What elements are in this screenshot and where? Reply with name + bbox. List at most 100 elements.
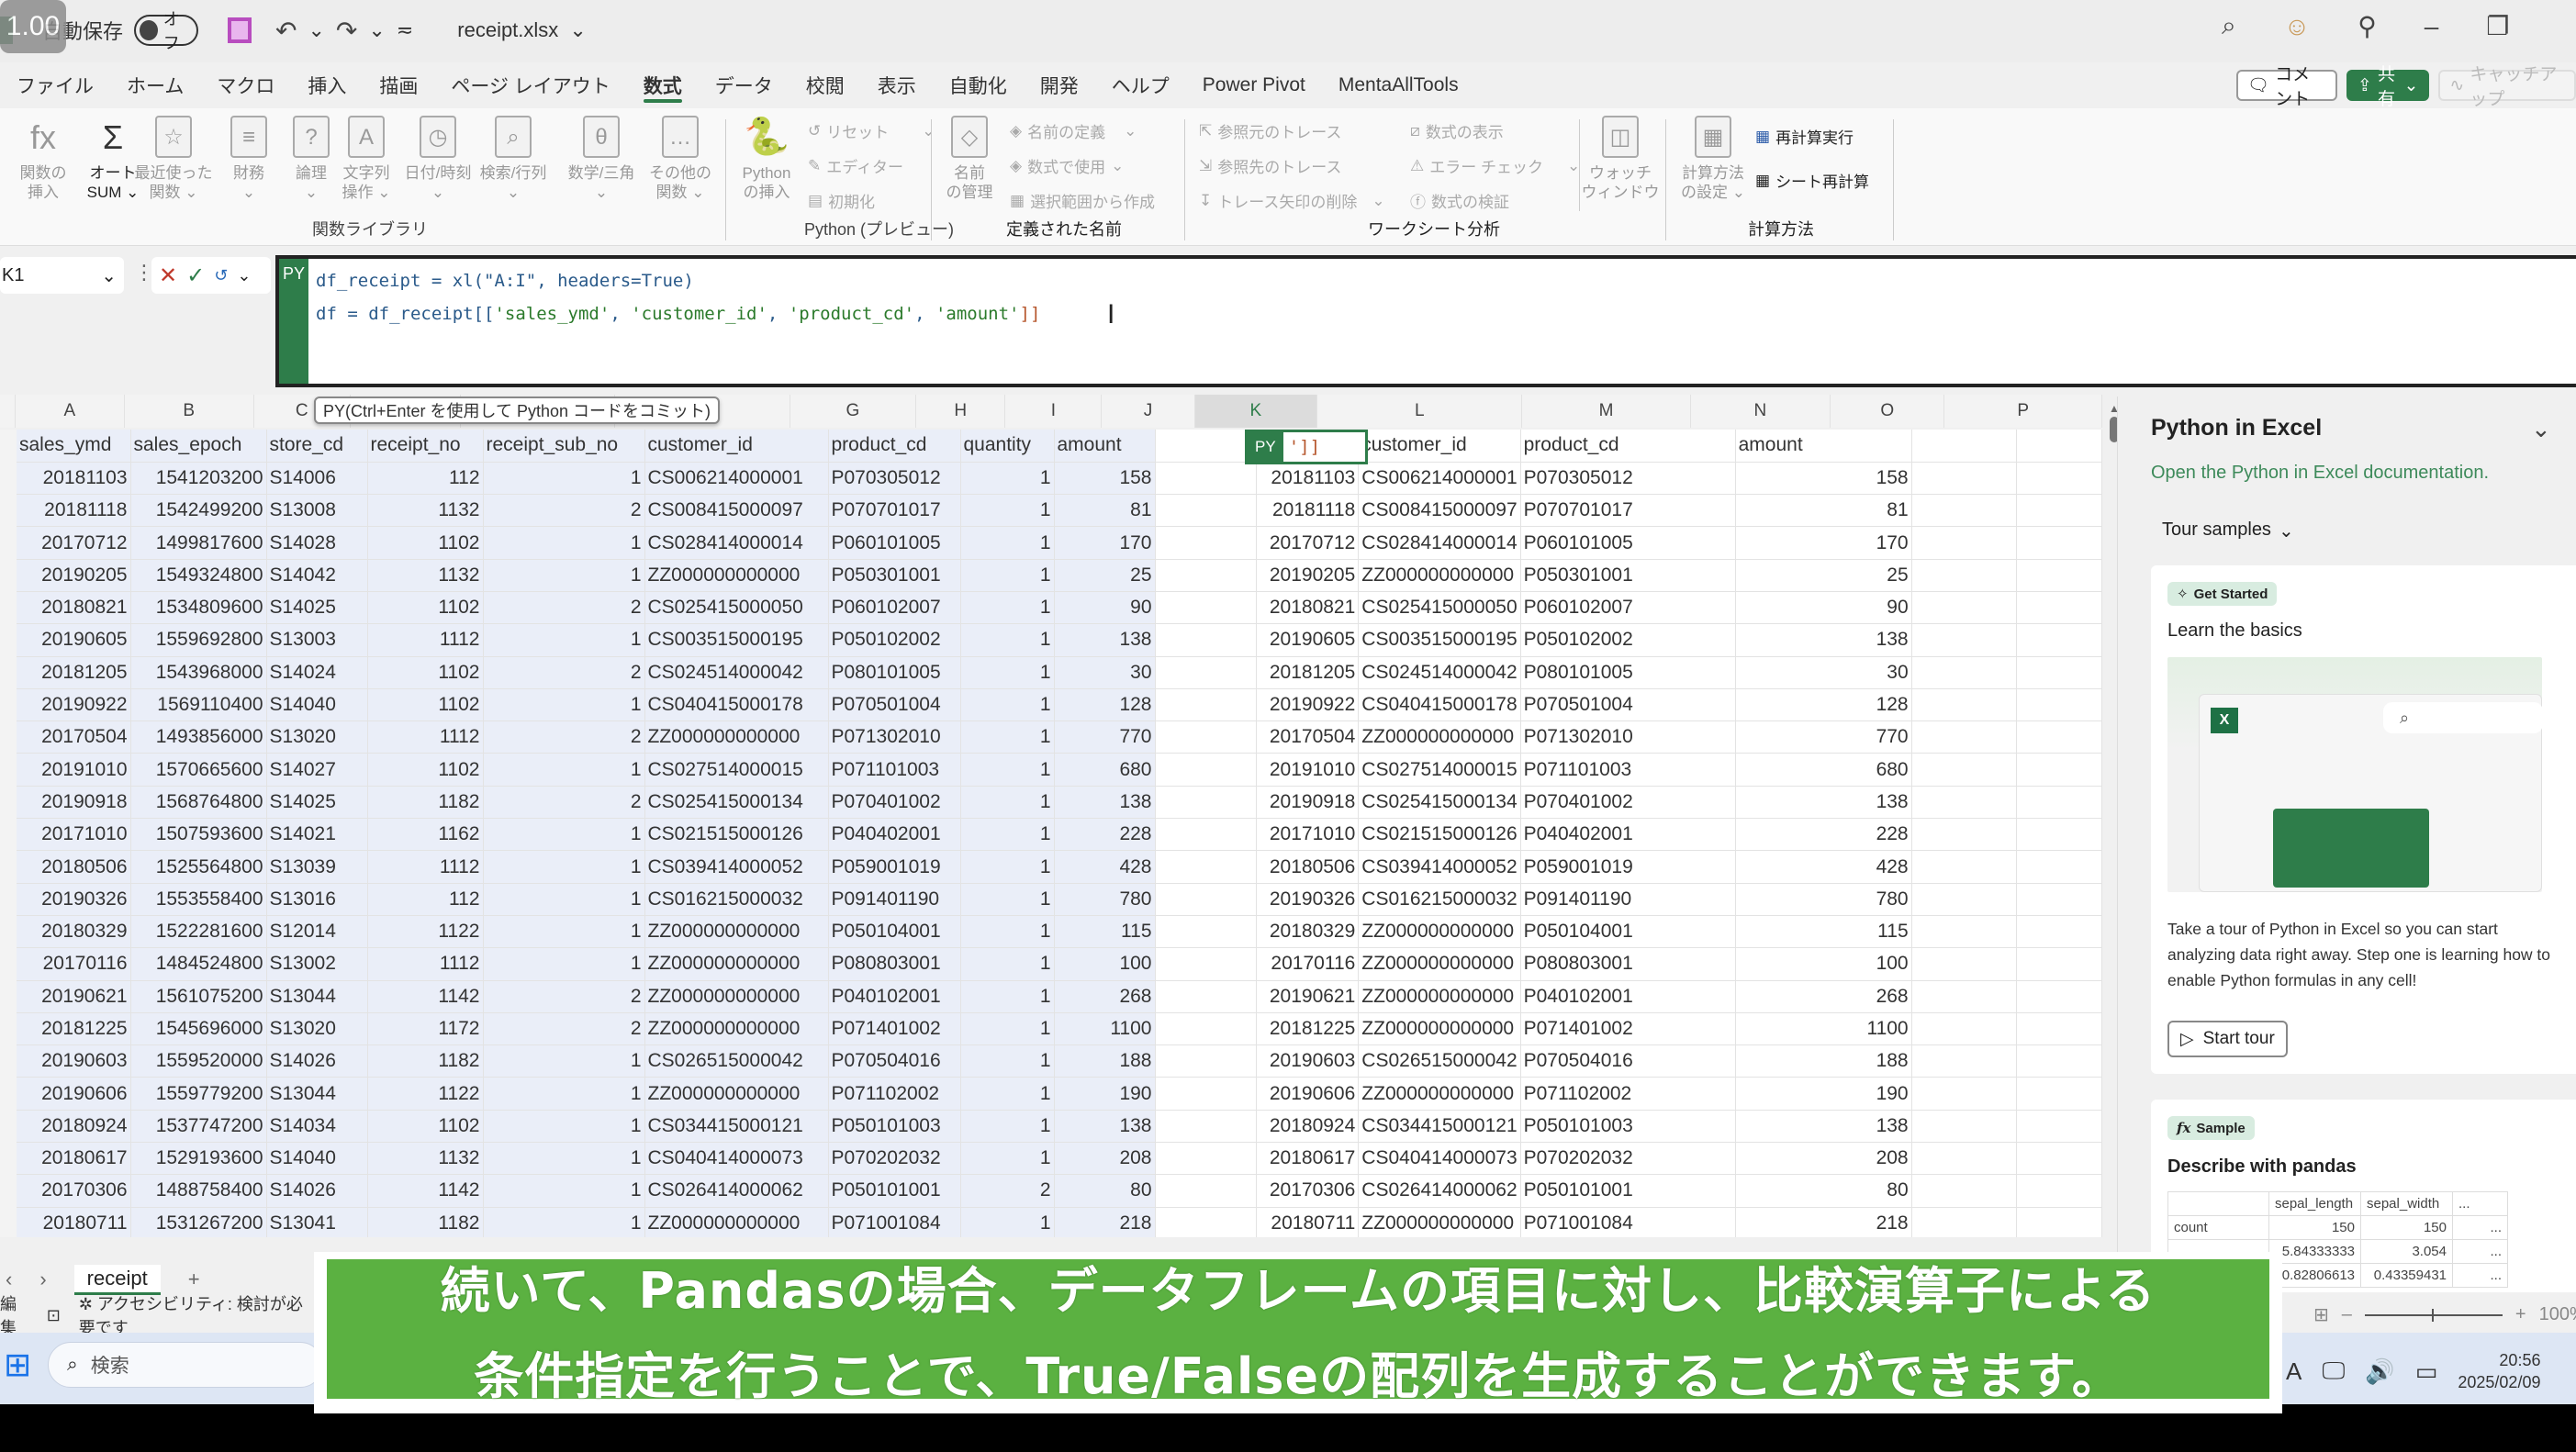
cell[interactable]: 1488758400	[130, 1174, 267, 1208]
zoom-in-button[interactable]: +	[2515, 1304, 2526, 1325]
empty-cell[interactable]	[2016, 656, 2102, 689]
empty-cell[interactable]	[2016, 526, 2102, 560]
cell[interactable]: 190	[1735, 1077, 1912, 1111]
cell[interactable]: CS040414000073	[1358, 1142, 1521, 1176]
cell[interactable]: 128	[1054, 688, 1156, 722]
zoom-out-button[interactable]: –	[2342, 1304, 2352, 1325]
cell[interactable]: S14026	[266, 1174, 368, 1208]
column-header-B[interactable]: B	[125, 395, 254, 428]
cell[interactable]: 20181103	[17, 462, 131, 496]
cell[interactable]: 1	[960, 720, 1055, 754]
cell[interactable]: 1	[483, 559, 645, 592]
cell[interactable]: 138	[1054, 623, 1156, 657]
collapse-chevron-icon[interactable]: ⌄	[2531, 415, 2551, 443]
tab-3[interactable]: 挿入	[291, 66, 363, 105]
header-cell[interactable]: store_cd	[266, 430, 368, 463]
cell[interactable]: CS016215000032	[1358, 883, 1521, 916]
empty-cell[interactable]	[2016, 559, 2102, 592]
cell[interactable]: 20180329	[17, 915, 131, 949]
column-header-K[interactable]: K	[1194, 395, 1318, 428]
cell[interactable]: 1112	[367, 947, 484, 981]
cell[interactable]: 20190922	[17, 688, 131, 722]
cell[interactable]: P070305012	[828, 462, 961, 496]
column-header-N[interactable]: N	[1691, 395, 1831, 428]
empty-cell[interactable]	[1155, 980, 1257, 1013]
cell[interactable]: ZZ000000000000	[1358, 915, 1521, 949]
empty-cell[interactable]	[1155, 494, 1257, 528]
cell[interactable]: 1570665600	[130, 753, 267, 787]
cell[interactable]: 20170504	[1245, 720, 1360, 754]
python-insert-button[interactable]: 🐍 Python の挿入	[734, 116, 799, 202]
catchup-button[interactable]: ∿ キャッチアップ	[2438, 65, 2576, 109]
cell[interactable]: P050104001	[1520, 915, 1736, 949]
cell[interactable]: 100	[1735, 947, 1912, 981]
cell[interactable]: 20170504	[17, 720, 131, 754]
cell[interactable]: P059001019	[828, 850, 961, 884]
cell[interactable]: 20181118	[1245, 494, 1360, 528]
header-cell[interactable]: product_cd	[1520, 430, 1736, 463]
header-cell[interactable]: sales_epoch	[130, 430, 267, 463]
cell[interactable]: 1553558400	[130, 883, 267, 916]
cell[interactable]: 228	[1735, 818, 1912, 852]
empty-cell[interactable]	[1911, 526, 2017, 560]
empty-cell[interactable]	[1155, 1077, 1257, 1111]
cell[interactable]: 2	[483, 1012, 645, 1046]
cell[interactable]: S14025	[266, 591, 368, 625]
calculate-now-button[interactable]: ▦ 再計算実行	[1755, 125, 1854, 148]
cell[interactable]: P071302010	[1520, 720, 1736, 754]
cell[interactable]: CS003515000195	[644, 623, 829, 657]
cell[interactable]: P071101003	[828, 753, 961, 787]
cell[interactable]: CS006214000001	[1358, 462, 1521, 496]
cell[interactable]: 1102	[367, 591, 484, 625]
cell[interactable]: 1525564800	[130, 850, 267, 884]
cell[interactable]: P080803001	[1520, 947, 1736, 981]
cell[interactable]: 20171010	[17, 818, 131, 852]
empty-cell[interactable]	[2016, 753, 2102, 787]
use-in-formula-button[interactable]: ◈ 数式で使用 ⌄	[1010, 154, 1124, 177]
cell[interactable]: 1	[483, 688, 645, 722]
cell[interactable]: 1	[960, 688, 1055, 722]
cell[interactable]: CS026414000062	[1358, 1174, 1521, 1208]
cell[interactable]: 1	[960, 883, 1055, 916]
prev-sheet-icon[interactable]: ‹	[6, 1268, 12, 1291]
cell[interactable]: 1559779200	[130, 1077, 267, 1111]
cell[interactable]: CS034415000121	[644, 1110, 829, 1144]
header-cell[interactable]: receipt_sub_no	[483, 430, 645, 463]
undo-dropdown-icon[interactable]: ⌄	[308, 18, 324, 42]
cell[interactable]: 1122	[367, 1077, 484, 1111]
cell[interactable]: 1	[483, 753, 645, 787]
empty-cell[interactable]	[1911, 623, 2017, 657]
undo-icon[interactable]: ↶	[275, 16, 297, 46]
taskbar-search[interactable]: ⌕ 検索	[48, 1342, 323, 1388]
cell[interactable]: 1493856000	[130, 720, 267, 754]
empty-cell[interactable]	[1911, 591, 2017, 625]
cell[interactable]: ZZ000000000000	[644, 1207, 829, 1237]
cell[interactable]: 20191010	[17, 753, 131, 787]
cell[interactable]: 208	[1735, 1142, 1912, 1176]
cell[interactable]: P070401002	[1520, 786, 1736, 820]
cell[interactable]: 20190326	[1245, 883, 1360, 916]
cell[interactable]: 1568764800	[130, 786, 267, 820]
lightbulb-icon[interactable]: ⚲	[2358, 11, 2377, 41]
tab-2[interactable]: マクロ	[200, 66, 291, 105]
cell[interactable]: 20180924	[17, 1110, 131, 1144]
tab-14[interactable]: MentaAllTools	[1322, 66, 1475, 105]
cell[interactable]: ZZ000000000000	[1358, 559, 1521, 592]
cell[interactable]: P080803001	[828, 947, 961, 981]
save-icon[interactable]	[228, 17, 252, 43]
empty-cell[interactable]	[2016, 786, 2102, 820]
python-code[interactable]: df_receipt = xl("A:I", headers=True) df …	[308, 259, 1047, 384]
cell[interactable]: 81	[1054, 494, 1156, 528]
chevron-down-icon[interactable]: ⌄	[237, 266, 251, 285]
empty-cell[interactable]	[2016, 591, 2102, 625]
cell[interactable]: P040102001	[828, 980, 961, 1013]
cell[interactable]: 2	[483, 591, 645, 625]
empty-cell[interactable]	[1155, 1142, 1257, 1176]
cell[interactable]: ZZ000000000000	[644, 947, 829, 981]
cell[interactable]: 112	[367, 883, 484, 916]
empty-cell[interactable]	[1911, 688, 2017, 722]
empty-cell[interactable]	[2016, 494, 2102, 528]
empty-cell[interactable]	[1911, 1077, 2017, 1111]
cell[interactable]: 1542499200	[130, 494, 267, 528]
cell[interactable]: P050104001	[828, 915, 961, 949]
